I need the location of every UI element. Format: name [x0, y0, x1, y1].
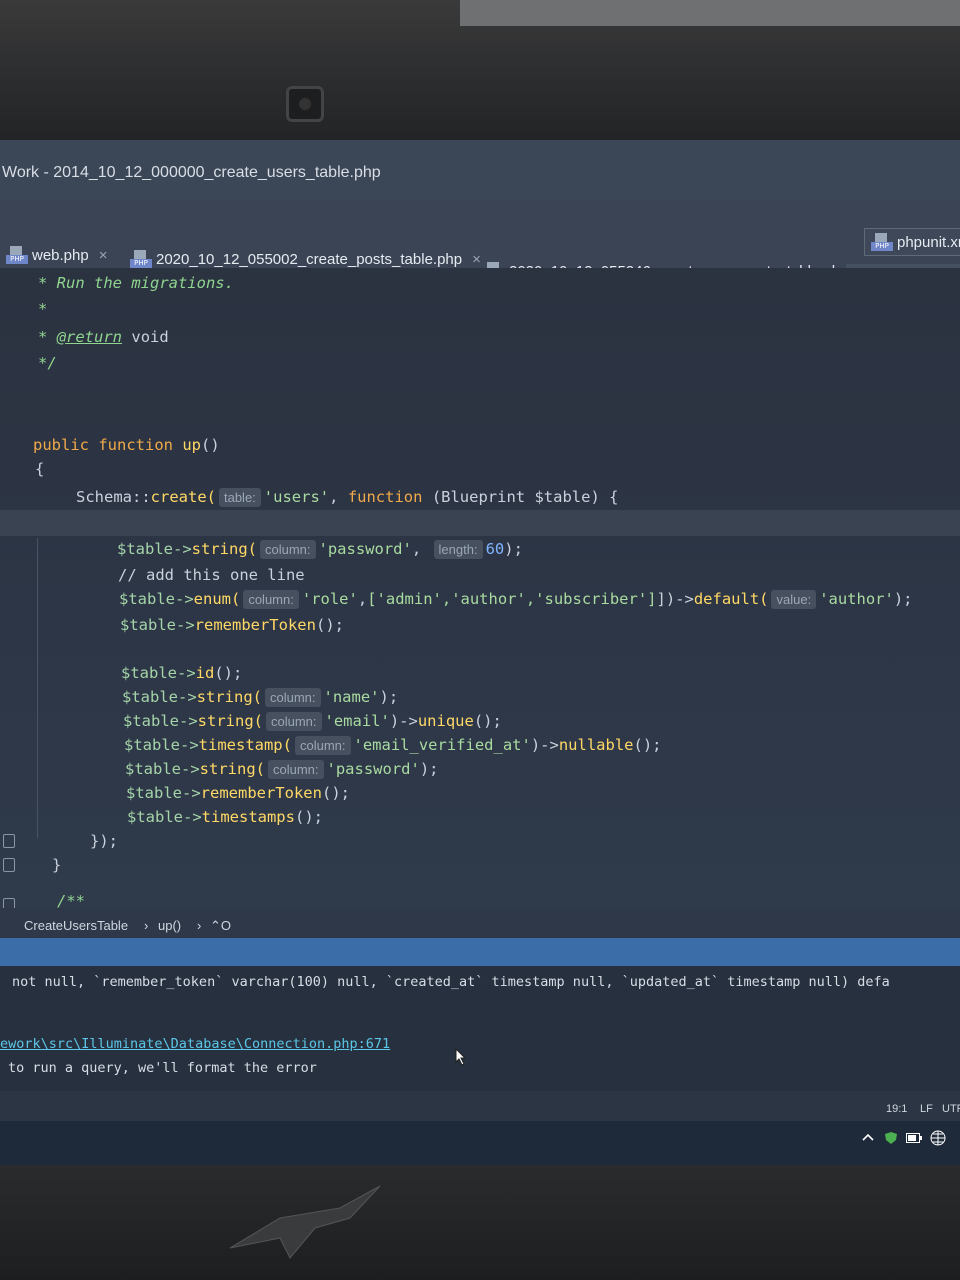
webcam-lens: [299, 98, 311, 110]
chevron-up-icon[interactable]: [862, 1133, 874, 1141]
xml-file-icon: PHP: [871, 233, 893, 251]
function-close: }: [52, 856, 62, 874]
editor-tab-bar: PHP web.php × PHP 2020_10_12_055002_crea…: [0, 200, 960, 293]
battery-icon[interactable]: [906, 1133, 922, 1143]
terminal-header: [0, 938, 960, 966]
indent-guide: [37, 538, 38, 838]
screen: Work - 2014_10_12_000000_create_users_ta…: [0, 140, 960, 1165]
terminal-file-link[interactable]: ework\src\Illuminate\Database\Connection…: [0, 1036, 390, 1052]
tab-create-posts-table[interactable]: PHP 2020_10_12_055002_create_posts_table…: [130, 248, 481, 270]
window-title: Work - 2014_10_12_000000_create_users_ta…: [2, 164, 381, 181]
code-line-email-verified: $table->timestamp(column:'email_verified…: [124, 736, 662, 755]
breadcrumb: CreateUsersTable › up() › ⌃O: [0, 908, 960, 938]
brace-open: {: [35, 460, 45, 478]
shield-icon[interactable]: [884, 1131, 898, 1145]
function-declaration: public function up(): [33, 436, 220, 454]
terminal-line: to run a query, we'll format the error: [8, 1060, 317, 1076]
code-line-password: $table->string(column:'password');: [125, 760, 439, 779]
code-editor[interactable]: * Run the migrations. * * @return void *…: [0, 268, 960, 912]
current-line-highlight: [0, 510, 960, 536]
tab-label: 2020_10_12_055002_create_posts_table.php: [156, 250, 463, 268]
mouse-cursor-icon: [455, 1048, 467, 1066]
line-ending[interactable]: LF: [920, 1103, 933, 1115]
close-icon[interactable]: ×: [99, 247, 108, 264]
code-line-password-length: $table->string(column:'password', length…: [117, 540, 523, 559]
breadcrumb-class[interactable]: CreateUsersTable: [24, 918, 128, 933]
webcam: [286, 86, 324, 122]
tab-label: phpunit.xn: [897, 233, 960, 251]
close-icon[interactable]: ×: [472, 251, 481, 268]
doc-comment-line: *: [38, 300, 48, 318]
status-bar: 19:1 LF UTF: [0, 1091, 960, 1121]
doc-comment-return: * @return void: [38, 328, 169, 346]
code-line-name: $table->string(column:'name');: [122, 688, 399, 707]
system-tray: [0, 1121, 960, 1165]
code-line-remember-token-2: $table->rememberToken();: [126, 784, 350, 802]
code-line-email: $table->string(column:'email')->unique()…: [123, 712, 502, 731]
schema-create-line: Schema::create(table:'users', function (…: [76, 488, 619, 507]
code-line-enum-role: $table->enum(column:'role',['admin','aut…: [119, 590, 913, 609]
doc-comment-line: * Run the migrations.: [38, 274, 234, 292]
schema-close: });: [90, 832, 118, 850]
code-line-remember-token: $table->rememberToken();: [120, 616, 344, 634]
laptop-bezel-top: [0, 0, 960, 140]
tab-label: web.php: [32, 246, 89, 264]
terminal-panel[interactable]: not null, `remember_token` varchar(100) …: [0, 966, 960, 1091]
globe-icon[interactable]: [930, 1130, 946, 1146]
doc-comment-end: */: [38, 354, 57, 372]
chevron-right-icon: ›: [197, 918, 202, 933]
terminal-line: not null, `remember_token` varchar(100) …: [12, 974, 890, 990]
rog-logo: [229, 1185, 381, 1259]
code-line-id: $table->id();: [121, 664, 243, 682]
tab-phpunit-xml[interactable]: PHP phpunit.xn: [864, 228, 960, 256]
breadcrumb-shortcut: ⌃O: [210, 918, 232, 933]
breadcrumb-method[interactable]: up(): [158, 918, 181, 933]
code-comment-line: // add this one line: [118, 566, 305, 584]
fold-icon[interactable]: [3, 858, 15, 872]
laptop-bezel-bottom: [0, 1165, 960, 1280]
tab-web-php[interactable]: PHP web.php ×: [6, 244, 107, 266]
php-file-icon: PHP: [6, 246, 28, 264]
code-line-timestamps: $table->timestamps();: [127, 808, 323, 826]
cursor-position[interactable]: 19:1: [886, 1103, 907, 1115]
fold-icon[interactable]: [3, 834, 15, 848]
chevron-right-icon: ›: [144, 918, 149, 933]
window-titlebar: Work - 2014_10_12_000000_create_users_ta…: [0, 140, 960, 200]
php-file-icon: PHP: [130, 250, 152, 268]
bezel-stripe: [460, 0, 960, 26]
file-encoding[interactable]: UTF: [942, 1103, 960, 1115]
